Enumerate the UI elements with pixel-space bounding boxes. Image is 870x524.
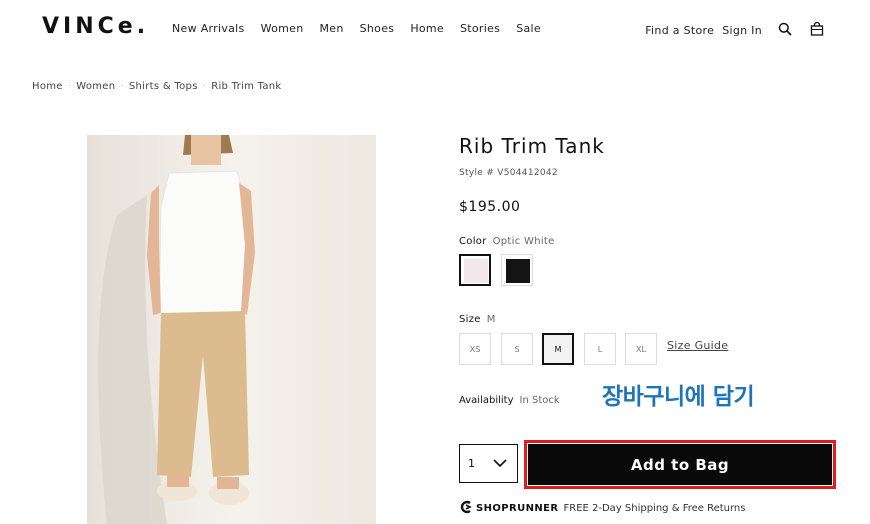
size-label: Size [459,314,481,325]
size-option-m[interactable]: M [542,333,574,365]
size-option-xs[interactable]: XS [459,333,491,365]
breadcrumb-current: Rib Trim Tank [211,81,282,92]
availability: Availability In Stock [459,395,560,406]
selected-color: Optic White [492,236,555,247]
product-image[interactable] [87,135,376,524]
swatch-fill [464,259,488,283]
size-guide-link[interactable]: Size Guide [667,339,728,352]
nav-stories[interactable]: Stories [460,22,500,35]
model-photo [87,135,376,524]
nav-new-arrivals[interactable]: New Arrivals [172,22,245,35]
main-nav: New Arrivals Women Men Shoes Home Storie… [172,22,541,35]
color-swatch-black[interactable] [501,254,533,286]
shoprunner-logo-icon [459,500,473,517]
breadcrumb-separator: · [120,81,124,92]
vince-logo[interactable]: VINCe. [42,14,149,39]
nav-sale[interactable]: Sale [516,22,541,35]
annotation-label: 장바구니에 담기 [602,384,755,410]
bag-icon[interactable] [808,20,826,38]
search-icon[interactable] [776,20,794,38]
breadcrumb: Home · Women · Shirts & Tops · Rib Trim Tan… [32,81,282,92]
nav-home[interactable]: Home [410,22,444,35]
quantity-value: 1 [468,457,475,470]
find-store-link[interactable]: Find a Store [645,24,714,37]
size-option-s[interactable]: S [501,333,533,365]
quantity-select[interactable]: 1 [459,444,518,483]
site-header: VINCe. New Arrivals Women Men Shoes Home… [0,0,870,60]
selected-size: M [486,314,496,325]
color-label-row: Color Optic White [459,236,555,247]
swatch-fill [506,259,530,283]
shoprunner-brand: SHOPRUNNER [476,503,559,514]
nav-women[interactable]: Women [261,22,304,35]
shoprunner-promo[interactable]: FREE 2-Day Shipping & Free Returns [564,503,746,514]
breadcrumb-shirts-tops[interactable]: Shirts & Tops [129,81,198,92]
color-label: Color [459,236,487,247]
size-option-l[interactable]: L [584,333,616,365]
nav-men[interactable]: Men [319,22,343,35]
chevron-down-icon [493,458,507,471]
product-title: Rib Trim Tank [459,134,605,158]
style-number: Style # V504412042 [459,168,558,178]
availability-status: In Stock [519,395,560,406]
color-swatch-optic-white[interactable] [459,254,491,286]
size-option-xl[interactable]: XL [625,333,657,365]
availability-label: Availability [459,395,514,406]
breadcrumb-home[interactable]: Home [32,81,63,92]
breadcrumb-separator: · [67,81,72,92]
breadcrumb-women[interactable]: Women [76,81,115,92]
sign-in-link[interactable]: Sign In [722,24,762,37]
size-label-row: Size M [459,314,496,325]
breadcrumb-separator: · [202,81,207,92]
shoprunner-banner: SHOPRUNNER FREE 2-Day Shipping & Free Re… [459,500,745,517]
product-price: $195.00 [459,199,521,215]
add-to-bag-button[interactable]: Add to Bag [528,444,832,485]
utility-nav: Find a Store Sign In [645,20,826,38]
nav-shoes[interactable]: Shoes [360,22,395,35]
